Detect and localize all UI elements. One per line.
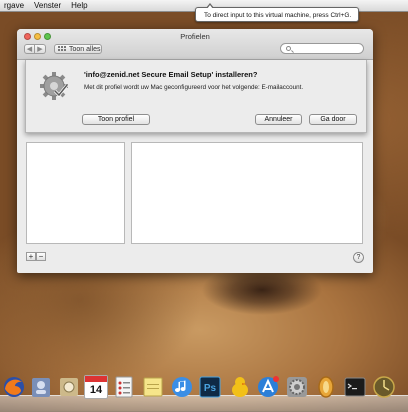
window-title: Profielen: [180, 32, 210, 41]
install-profile-sheet: 'info@zenid.net Secure Email Setup' inst…: [25, 60, 367, 133]
reminders-icon[interactable]: [112, 375, 136, 399]
gear-badge-icon: [40, 72, 69, 100]
profile-details-panel: [131, 142, 363, 244]
itunes-icon[interactable]: [170, 375, 194, 399]
search-icon: [286, 46, 291, 51]
show-profile-button[interactable]: Toon profiel: [82, 114, 150, 125]
menu-item-window[interactable]: Venster: [34, 0, 61, 11]
vm-input-tooltip: To direct input to this virtual machine,…: [195, 3, 359, 22]
time-machine-icon[interactable]: [372, 375, 396, 399]
profiles-list[interactable]: [26, 142, 125, 244]
grid-icon: [58, 45, 66, 53]
system-preferences-icon[interactable]: [285, 375, 309, 399]
adium-icon[interactable]: [228, 375, 252, 399]
forward-button[interactable]: ▶: [35, 44, 46, 54]
preview-icon[interactable]: [57, 375, 81, 399]
help-button[interactable]: ?: [353, 252, 364, 263]
cancel-button[interactable]: Annuleer: [255, 114, 302, 125]
window-titlebar: Profielen ◀ ▶ Toon alles: [17, 29, 373, 60]
menu-item-edit[interactable]: rgave: [4, 0, 24, 11]
dock: 14 Ps: [0, 375, 408, 407]
terminal-icon[interactable]: [343, 375, 367, 399]
sheet-message: Met dit profiel wordt uw Mac geconfigure…: [84, 84, 304, 91]
firefox-icon[interactable]: [2, 375, 26, 399]
svg-text:Ps: Ps: [204, 383, 217, 394]
notes-icon[interactable]: [141, 375, 165, 399]
search-input[interactable]: [280, 43, 364, 54]
remove-profile-button[interactable]: −: [36, 252, 46, 261]
add-profile-button[interactable]: +: [26, 252, 36, 261]
show-all-button[interactable]: Toon alles: [54, 44, 102, 54]
calendar-day: 14: [89, 384, 103, 396]
menu-item-help[interactable]: Help: [71, 0, 87, 11]
photoshop-icon[interactable]: Ps: [198, 375, 222, 399]
continue-button[interactable]: Ga door: [309, 114, 357, 125]
profiles-window: Profielen ◀ ▶ Toon alles 'info@zenid.net…: [17, 29, 373, 273]
contacts-icon[interactable]: [29, 375, 53, 399]
back-button[interactable]: ◀: [24, 44, 35, 54]
nav-buttons: ◀ ▶: [24, 44, 46, 54]
oxygen-icon[interactable]: [314, 375, 338, 399]
app-store-icon[interactable]: [256, 375, 280, 399]
sheet-title: 'info@zenid.net Secure Email Setup' inst…: [84, 70, 258, 79]
show-all-label: Toon alles: [69, 45, 101, 53]
calendar-icon[interactable]: 14: [84, 375, 108, 399]
